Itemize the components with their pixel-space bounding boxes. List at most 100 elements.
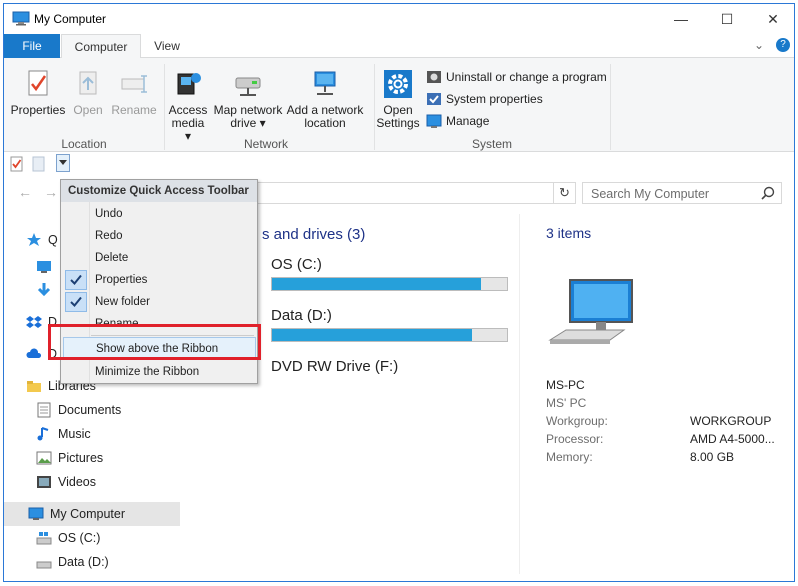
drive-name: OS (C:) (271, 256, 322, 273)
open-settings-label-1: Open (383, 103, 413, 117)
drive-usage-bar (271, 277, 508, 291)
checkmark-icon (65, 270, 87, 290)
tab-file[interactable]: File (4, 34, 60, 58)
network-location-icon (314, 71, 336, 95)
close-button[interactable]: ✕ (750, 4, 794, 34)
menu-item-minimize-ribbon[interactable]: Minimize the Ribbon (63, 361, 256, 383)
downloads-icon[interactable] (36, 282, 52, 298)
ribbon-tabs: File Computer View ⌄ ? (4, 34, 794, 59)
drive-icon (36, 561, 52, 569)
search-placeholder: Search My Computer (591, 187, 710, 201)
network-drive-icon (235, 77, 261, 96)
map-drive-label-2: drive ▾ (230, 116, 266, 130)
title-bar: My Computer — ☐ ✕ (4, 4, 794, 34)
window-title: My Computer (34, 12, 107, 26)
computer-icon (28, 507, 44, 520)
quick-access-toolbar (4, 152, 794, 176)
search-icon (761, 186, 775, 200)
map-drive-label-1: Map network (213, 103, 283, 117)
back-arrow-icon[interactable]: ← (18, 184, 32, 200)
tree-data-d-label: Data (D:) (58, 555, 109, 569)
computer-large-icon (548, 279, 633, 344)
pc-description: MS' PC (546, 396, 587, 410)
memory-label: Memory: (546, 450, 593, 464)
pc-name: MS-PC (546, 378, 585, 392)
menu-item-delete[interactable]: Delete (63, 247, 256, 269)
processor-label: Processor: (546, 432, 604, 446)
menu-header: Customize Quick Access Toolbar (61, 180, 257, 202)
documents-icon (37, 402, 51, 418)
group-system-label: System (471, 137, 512, 151)
media-icon (177, 73, 201, 95)
details-pane: 3 items MS-PC MS' PC Workgroup: WORKGROU… (520, 208, 794, 581)
map-network-drive-button[interactable]: Map network drive ▾ (210, 68, 286, 130)
menu-item-label: Delete (95, 252, 129, 264)
chevron-down-icon (59, 160, 67, 165)
manage-label: Manage (446, 114, 490, 128)
menu-item-new-folder[interactable]: New folder (63, 291, 256, 313)
menu-item-redo[interactable]: Redo (63, 225, 256, 247)
uninstall-icon (427, 71, 441, 83)
menu-item-label: Properties (95, 274, 148, 286)
drive-usage-fill (272, 278, 482, 290)
menu-item-label: Redo (95, 230, 123, 242)
properties-label: Properties (10, 103, 66, 117)
access-media-button[interactable]: Access media ▾ (168, 68, 208, 143)
libraries-icon (27, 381, 41, 392)
videos-icon (37, 476, 51, 488)
tab-view[interactable]: View (142, 34, 192, 59)
tree-quick-access-label: Q (48, 233, 58, 247)
rename-icon (121, 75, 147, 93)
menu-item-properties[interactable]: Properties (63, 269, 256, 291)
windows-drive-icon (36, 532, 52, 545)
computer-icon (12, 11, 30, 26)
desktop-icon[interactable] (36, 260, 52, 274)
drive-usage-bar (271, 328, 508, 342)
new-folder-qat-icon[interactable] (32, 156, 46, 172)
group-location-label: Location (61, 137, 107, 151)
drive-name: Data (D:) (271, 307, 332, 324)
memory-value: 8.00 GB (690, 450, 735, 464)
system-properties-icon (427, 93, 441, 105)
music-icon (37, 427, 49, 441)
add-location-label-1: Add a network (286, 103, 364, 117)
menu-item-label: New folder (95, 296, 150, 308)
explorer-window: My Computer — ☐ ✕ File Computer View ⌄ ?… (3, 3, 795, 582)
rename-button[interactable]: Rename (110, 68, 158, 117)
tab-computer[interactable]: Computer (61, 34, 141, 59)
system-properties-label: System properties (446, 92, 543, 106)
drive-usage-fill (272, 329, 472, 341)
properties-button[interactable]: Properties (10, 68, 66, 117)
add-network-location-button[interactable]: Add a network location (286, 68, 364, 130)
item-count: 3 items (546, 225, 592, 241)
highlight-box (48, 324, 261, 360)
expand-ribbon-icon[interactable]: ⌄ (754, 38, 764, 52)
help-icon[interactable]: ? (776, 38, 790, 52)
customize-qat-dropdown[interactable] (56, 154, 70, 172)
tree-my-computer-label: My Computer (50, 507, 126, 521)
refresh-icon[interactable]: ↻ (554, 182, 576, 204)
menu-item-undo[interactable]: Undo (63, 203, 256, 225)
checkmark-icon (65, 292, 87, 312)
workgroup-label: Workgroup: (546, 414, 608, 428)
open-settings-button[interactable]: Open Settings (376, 68, 420, 130)
open-settings-label-2: Settings (376, 116, 420, 130)
properties-qat-icon[interactable] (10, 156, 24, 172)
tree-documents-label: Documents (58, 403, 122, 417)
tree-os-c-label: OS (C:) (58, 531, 101, 545)
ribbon-separator (610, 64, 611, 150)
processor-value: AMD A4-5000... (690, 432, 775, 446)
maximize-button[interactable]: ☐ (704, 4, 750, 34)
search-box[interactable]: Search My Computer (582, 182, 782, 204)
tree-music-label: Music (58, 427, 91, 441)
drive-name: DVD RW Drive (F:) (271, 358, 399, 375)
dropbox-icon (26, 316, 42, 328)
access-media-label-1: Access (168, 103, 208, 117)
manage-icon (426, 114, 442, 128)
forward-arrow-icon[interactable]: → (44, 184, 58, 200)
minimize-button[interactable]: — (658, 4, 704, 34)
open-button[interactable]: Open (68, 68, 108, 117)
tree-my-computer[interactable]: My Computer (4, 502, 180, 526)
tree-videos-label: Videos (58, 475, 96, 489)
pictures-icon (36, 451, 52, 465)
